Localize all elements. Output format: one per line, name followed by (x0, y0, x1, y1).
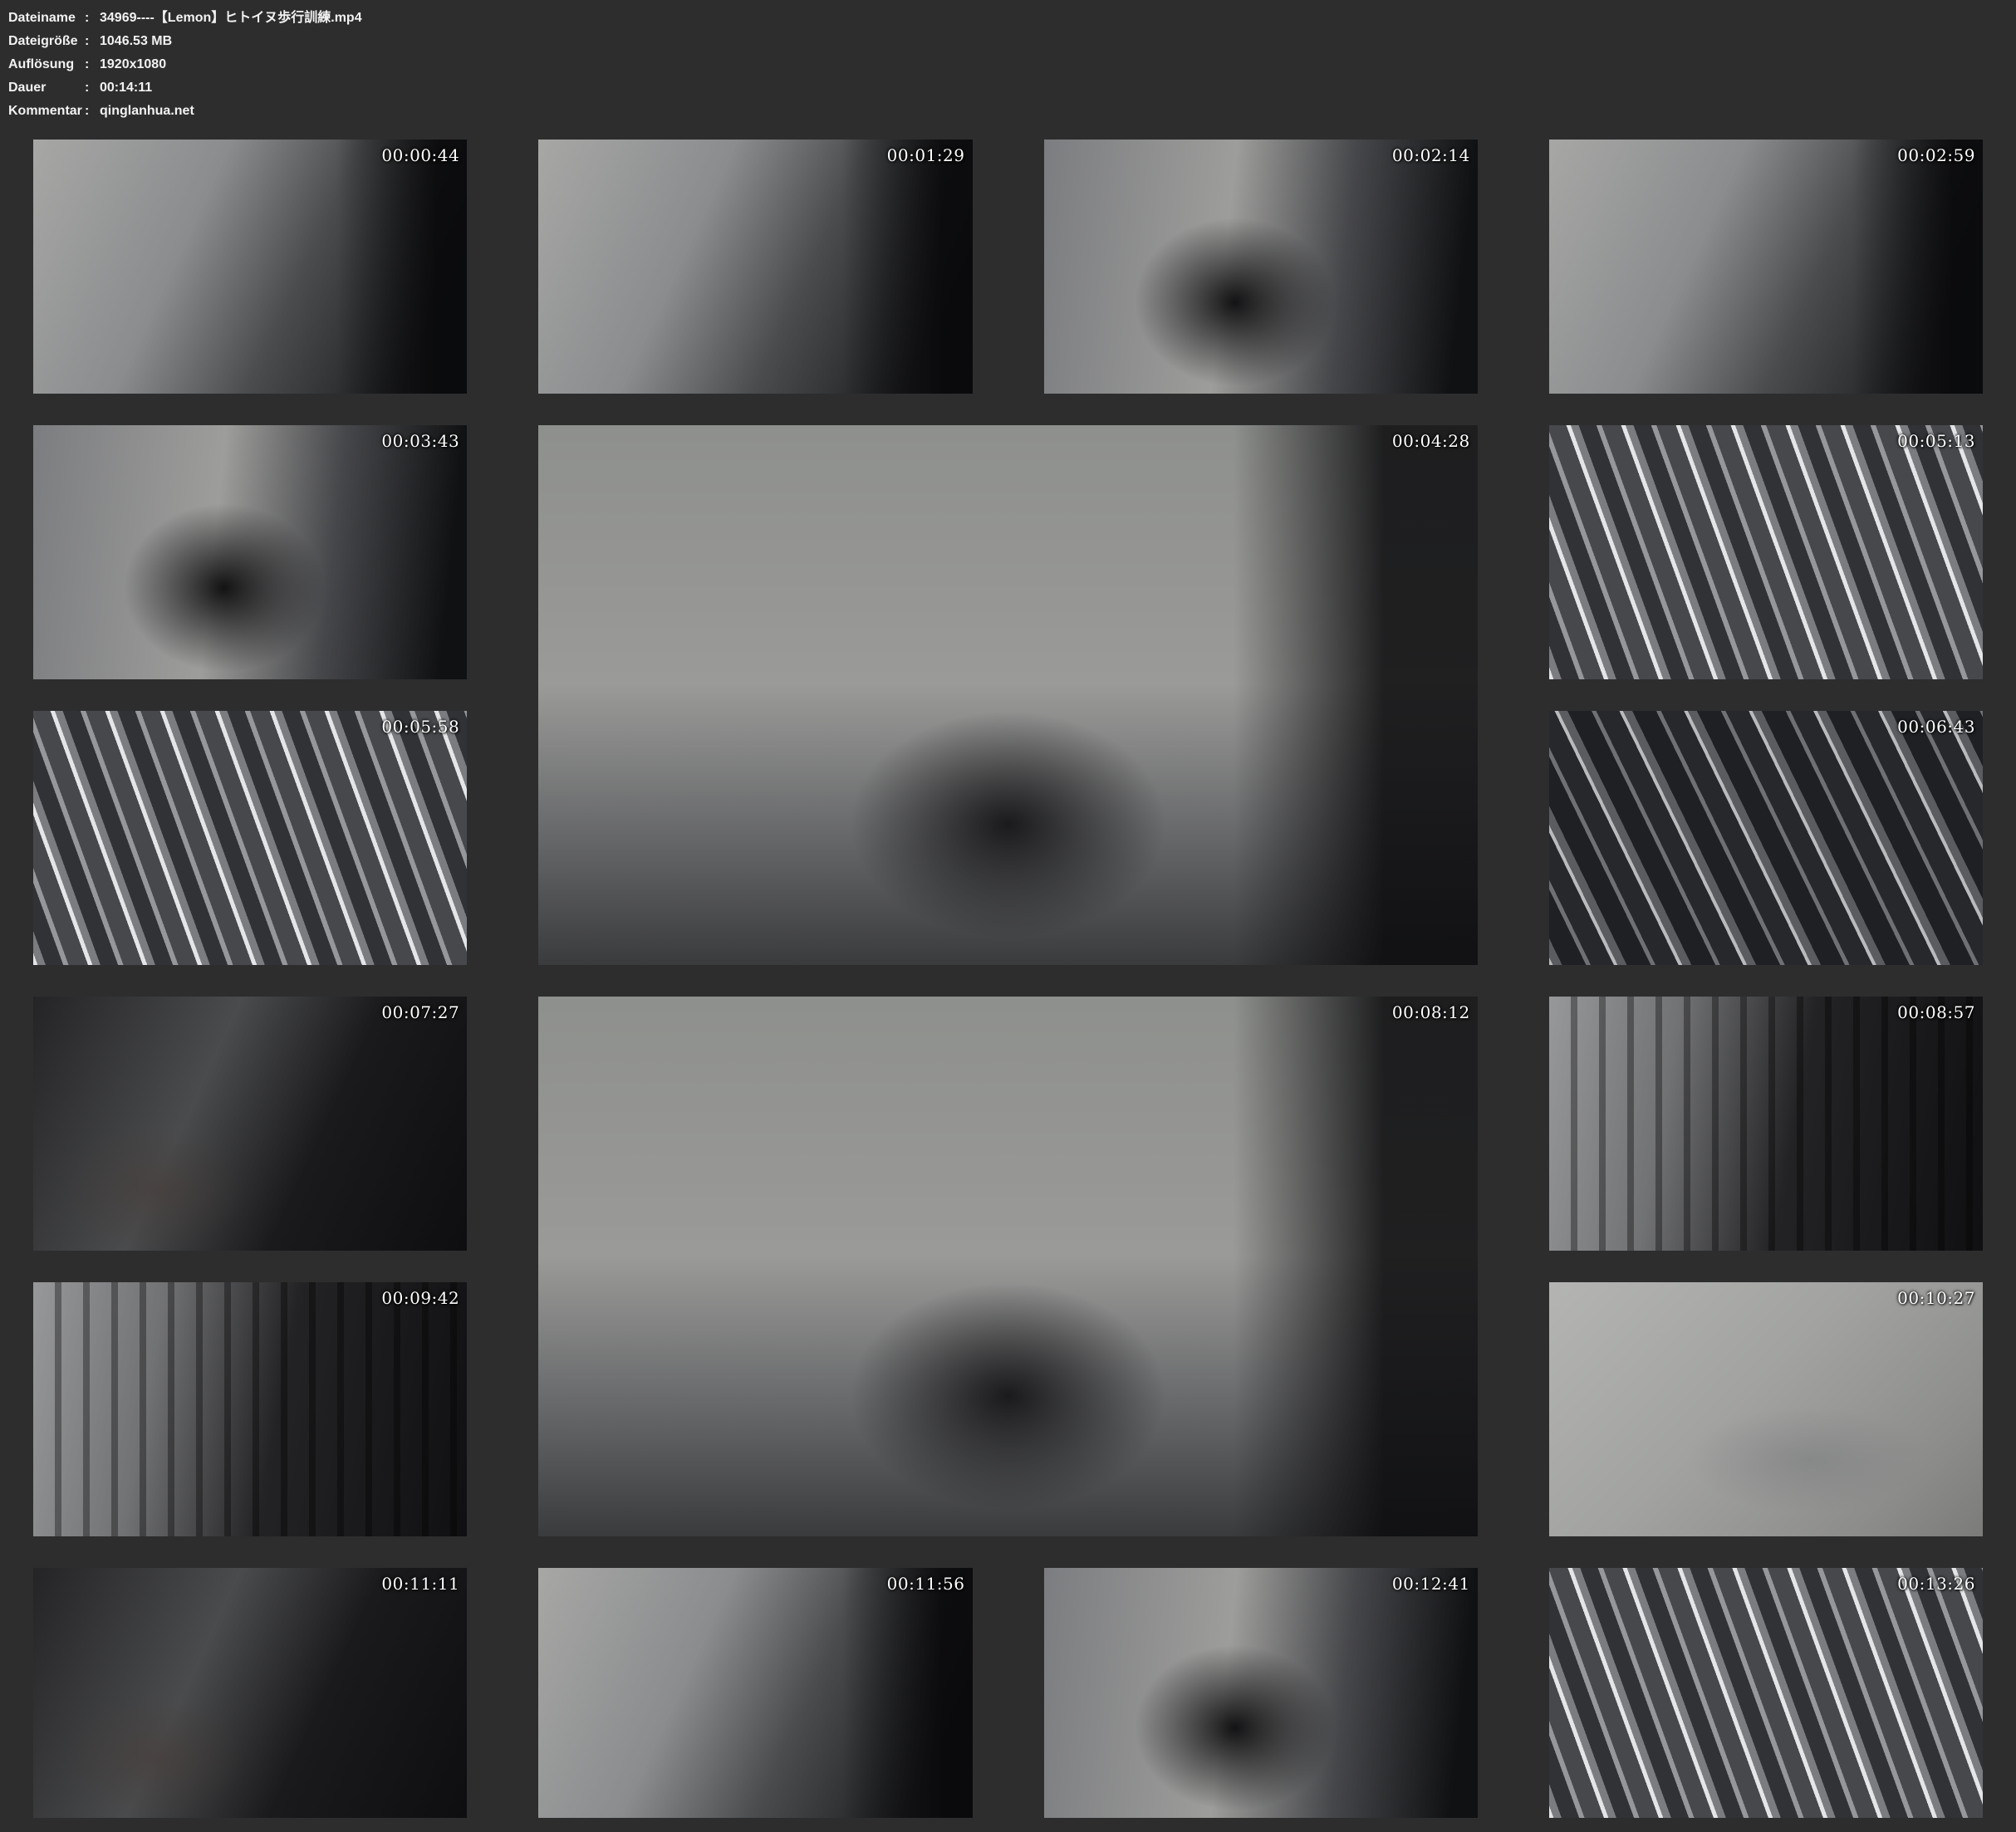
meta-row-comment: Kommentar : qinglanhua.net (8, 100, 2016, 123)
meta-row-filesize: Dateigröße : 1046.53 MB (8, 30, 2016, 53)
thumbnail-grid: 00:00:44 00:01:29 00:02:14 00:02:59 00:0… (0, 126, 2016, 1831)
frame-timestamp: 00:08:12 (1392, 1002, 1470, 1022)
frame-timestamp: 00:04:28 (1392, 431, 1470, 451)
frame-timestamp: 00:10:27 (1897, 1288, 1975, 1308)
video-frame-thumbnail: 00:02:59 (1549, 140, 1983, 394)
frame-timestamp: 00:09:42 (381, 1288, 459, 1308)
video-frame-thumbnail: 00:07:27 (33, 997, 467, 1251)
video-frame-thumbnail: 00:05:58 (33, 711, 467, 965)
video-frame-thumbnail: 00:09:42 (33, 1282, 467, 1536)
meta-separator: : (85, 100, 100, 123)
frame-timestamp: 00:07:27 (381, 1002, 459, 1022)
frame-timestamp: 00:13:26 (1897, 1574, 1975, 1594)
meta-label: Dauer (8, 76, 85, 100)
video-contact-sheet: Dateiname : 34969----【Lemon】ヒトイヌ歩行訓練.mp4… (0, 0, 2016, 1832)
frame-timestamp: 00:05:58 (381, 717, 459, 737)
video-frame-thumbnail: 00:02:14 (1044, 140, 1478, 394)
video-frame-thumbnail-large: 00:04:28 (538, 425, 1478, 965)
video-frame-thumbnail: 00:11:56 (538, 1568, 972, 1818)
frame-timestamp: 00:05:13 (1897, 431, 1975, 451)
video-frame-thumbnail: 00:03:43 (33, 425, 467, 679)
file-size-value: 1046.53 MB (100, 30, 172, 53)
meta-label: Auflösung (8, 53, 85, 76)
video-frame-thumbnail: 00:05:13 (1549, 425, 1983, 679)
frame-timestamp: 00:08:57 (1897, 1002, 1975, 1022)
video-frame-thumbnail: 00:00:44 (33, 140, 467, 394)
resolution-value: 1920x1080 (100, 53, 166, 76)
duration-value: 00:14:11 (100, 76, 152, 100)
meta-separator: : (85, 30, 100, 53)
meta-row-resolution: Auflösung : 1920x1080 (8, 53, 2016, 76)
video-frame-thumbnail: 00:08:57 (1549, 997, 1983, 1251)
file-metadata-header: Dateiname : 34969----【Lemon】ヒトイヌ歩行訓練.mp4… (0, 0, 2016, 126)
video-frame-thumbnail: 00:10:27 (1549, 1282, 1983, 1536)
video-frame-thumbnail: 00:12:41 (1044, 1568, 1478, 1818)
frame-timestamp: 00:11:56 (887, 1574, 965, 1594)
frame-timestamp: 00:06:43 (1897, 717, 1975, 737)
frame-timestamp: 00:00:44 (381, 145, 459, 165)
comment-value: qinglanhua.net (100, 100, 194, 123)
meta-separator: : (85, 76, 100, 100)
video-frame-thumbnail: 00:01:29 (538, 140, 972, 394)
frame-timestamp: 00:03:43 (381, 431, 459, 451)
frame-timestamp: 00:02:14 (1392, 145, 1470, 165)
frame-timestamp: 00:12:41 (1392, 1574, 1470, 1594)
meta-label: Dateigröße (8, 30, 85, 53)
video-frame-thumbnail: 00:13:26 (1549, 1568, 1983, 1818)
meta-separator: : (85, 7, 100, 30)
meta-label: Dateiname (8, 7, 85, 30)
meta-row-filename: Dateiname : 34969----【Lemon】ヒトイヌ歩行訓練.mp4 (8, 7, 2016, 30)
meta-row-duration: Dauer : 00:14:11 (8, 76, 2016, 100)
meta-separator: : (85, 53, 100, 76)
meta-label: Kommentar (8, 100, 85, 123)
video-frame-thumbnail: 00:06:43 (1549, 711, 1983, 965)
frame-timestamp: 00:01:29 (887, 145, 965, 165)
file-name-value: 34969----【Lemon】ヒトイヌ歩行訓練.mp4 (100, 7, 362, 30)
frame-timestamp: 00:11:11 (381, 1574, 459, 1594)
video-frame-thumbnail: 00:11:11 (33, 1568, 467, 1818)
video-frame-thumbnail-large: 00:08:12 (538, 997, 1478, 1536)
frame-timestamp: 00:02:59 (1897, 145, 1975, 165)
